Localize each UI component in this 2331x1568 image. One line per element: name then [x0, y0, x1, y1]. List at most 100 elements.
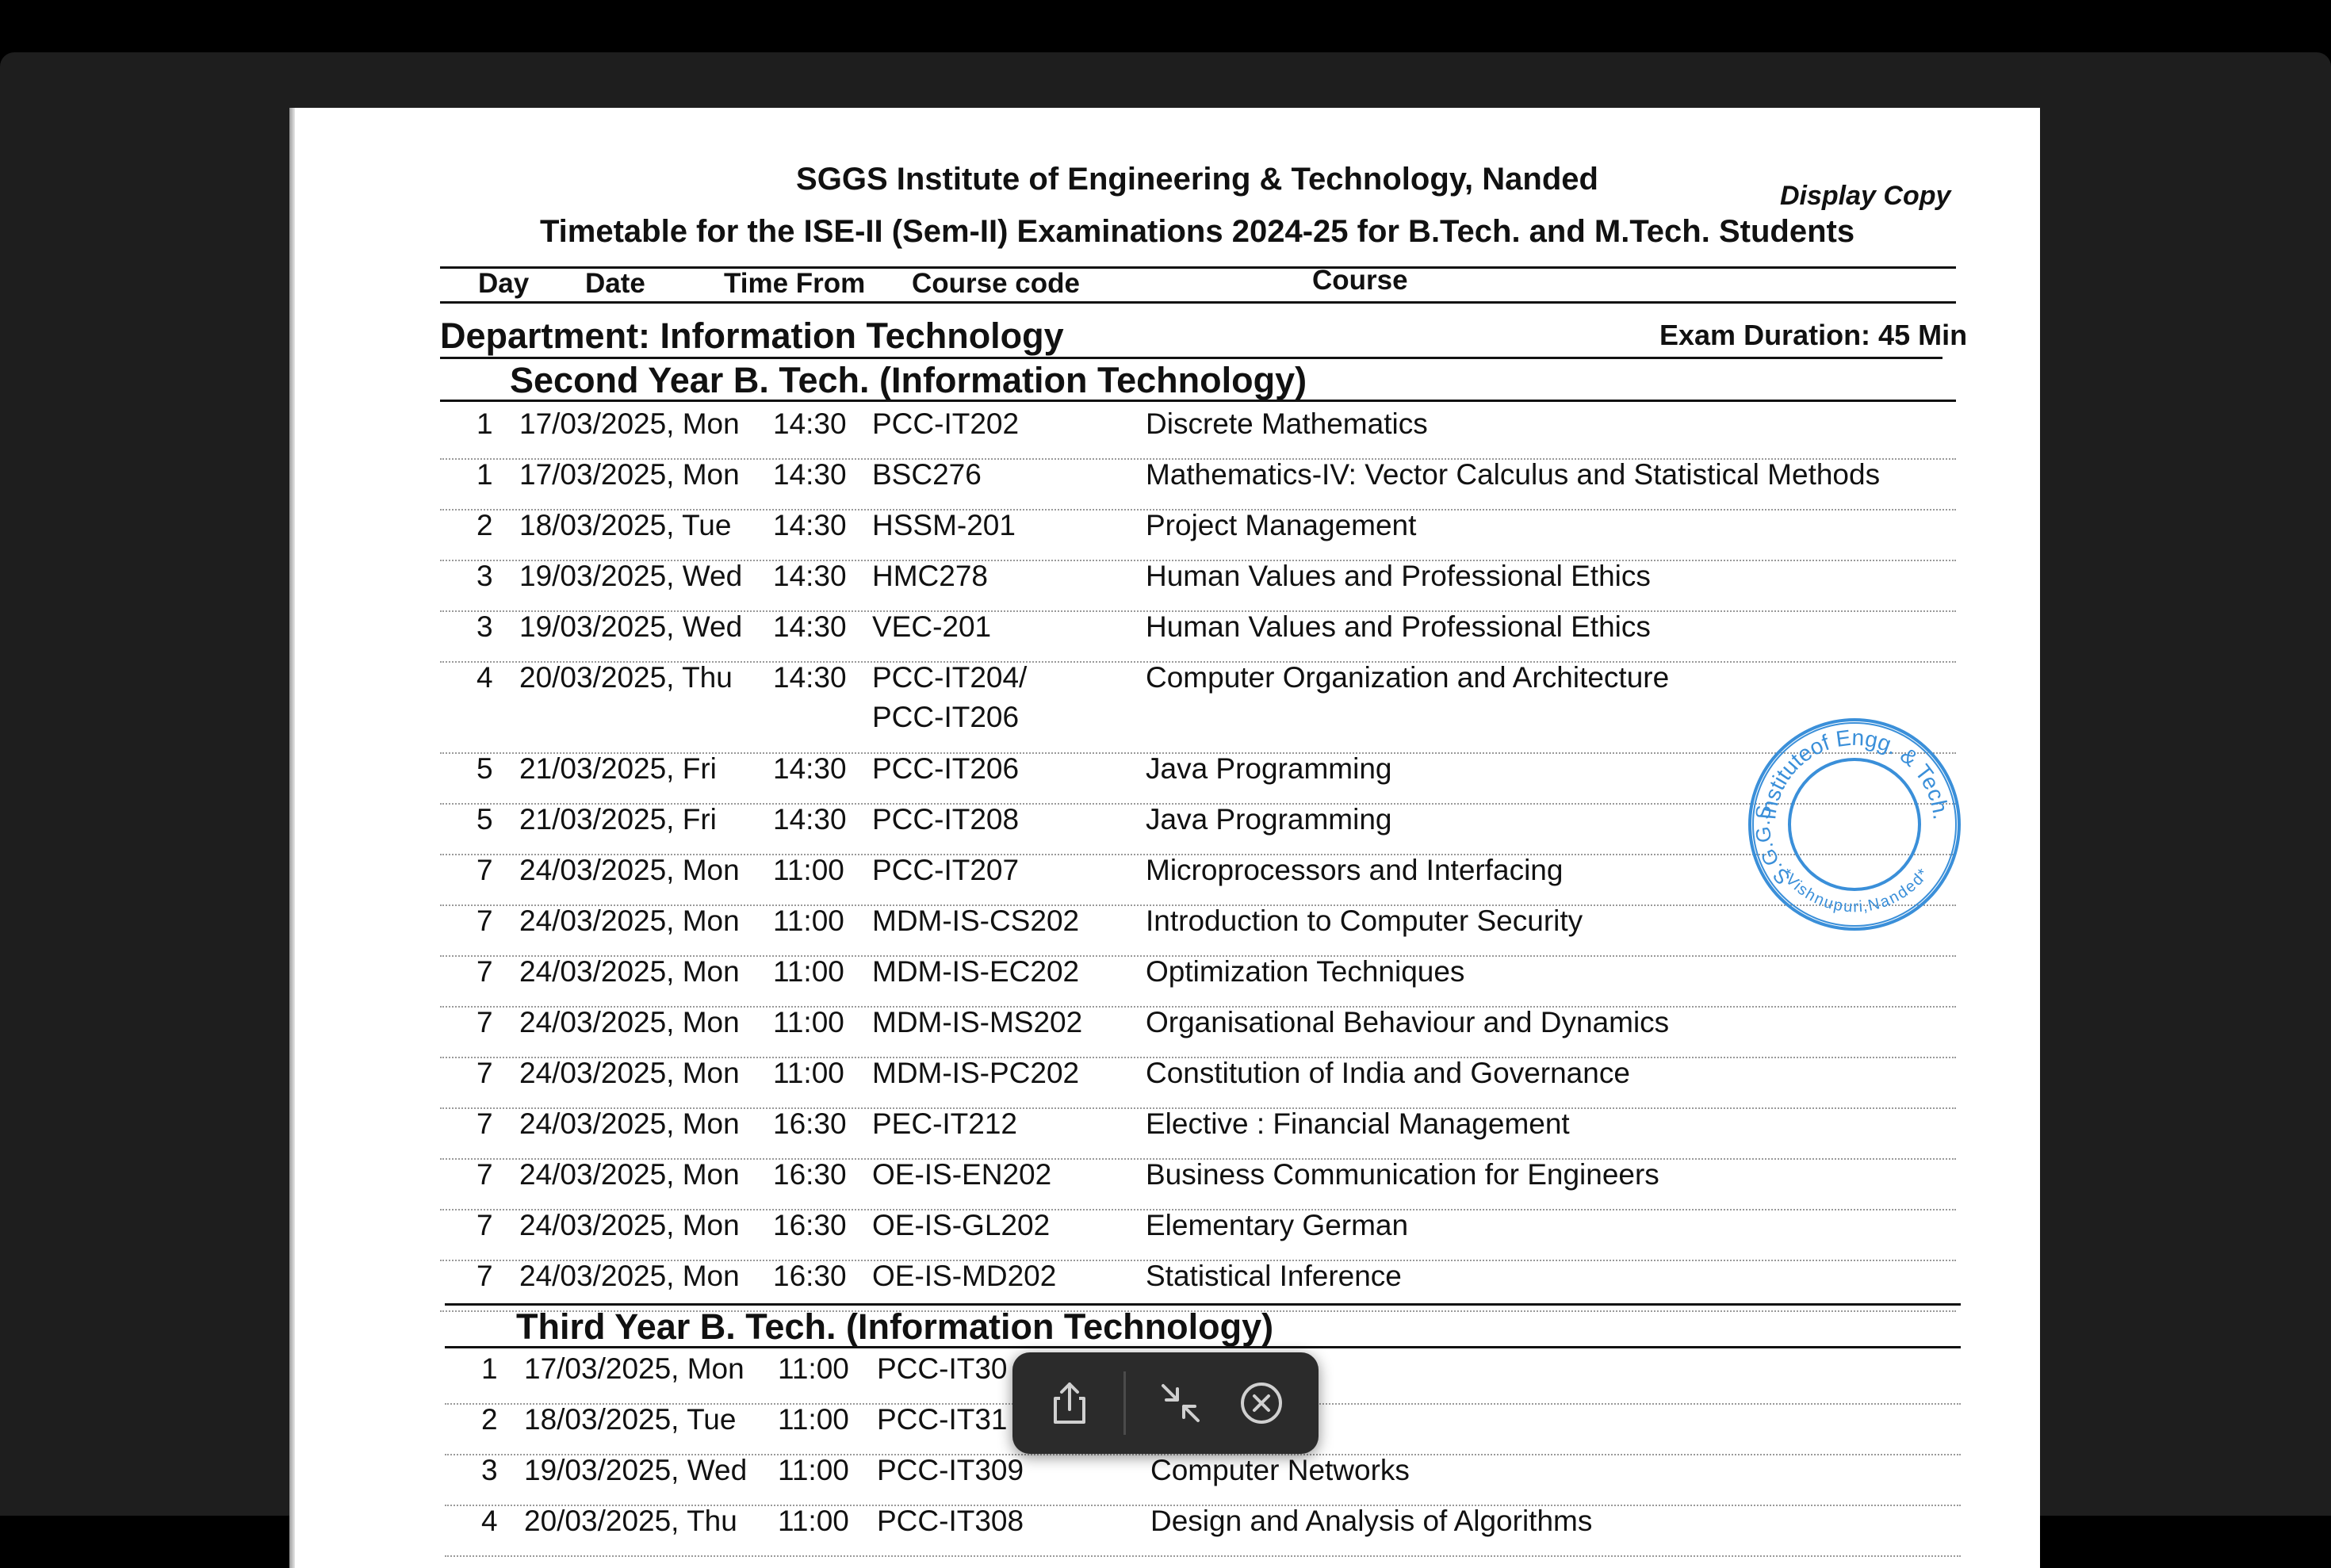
row-time: 16:30 — [773, 1107, 847, 1141]
row-date: 24/03/2025, Mon — [519, 854, 740, 887]
table-row: 7 24/03/2025, Mon 16:30 OE-IS-EN202 Business… — [440, 1158, 1956, 1211]
row-date: 24/03/2025, Mon — [519, 904, 740, 938]
row-course-code: OE-IS-GL202 — [872, 1209, 1051, 1242]
row-day: 3 — [477, 610, 493, 643]
table-row: 7 24/03/2025, Mon 11:00 MDM-IS-PC202 Constit… — [440, 1057, 1956, 1110]
row-time: 14:30 — [773, 407, 847, 440]
row-course-name: Statistical Inference — [1146, 1260, 1402, 1293]
row-date: 19/03/2025, Wed — [519, 560, 743, 592]
close-circle-icon — [1241, 1383, 1282, 1424]
institute-title: SGGS Institute of Engineering & Technolo… — [796, 162, 1598, 197]
toolbar-separator — [1123, 1371, 1126, 1435]
section-rule — [445, 1346, 1961, 1348]
row-course-name: Human Values and Professional Ethics — [1146, 610, 1651, 643]
column-header-day: Day — [478, 268, 530, 299]
section-title: Second Year B. Tech. (Information Techno… — [510, 360, 1307, 400]
row-course-code: PCC-IT206 — [872, 752, 1020, 786]
row-course-code: OE-IS-EN202 — [872, 1158, 1052, 1191]
row-date: 24/03/2025, Mon — [519, 1209, 740, 1242]
close-button[interactable] — [1234, 1376, 1288, 1430]
table-row: 2 18/03/2025, Tue 14:30 HSSM-201 Project Man… — [440, 509, 1956, 561]
row-course-code: HMC278 — [872, 560, 988, 592]
table-row: 7 24/03/2025, Mon 11:00 PCC-IT207 Microproce… — [440, 854, 1956, 907]
row-course-code: PEC-IT212 — [872, 1107, 1018, 1141]
row-date: 24/03/2025, Mon — [519, 1057, 740, 1090]
row-date: 24/03/2025, Mon — [519, 1006, 740, 1039]
table-row: 7 24/03/2025, Mon 11:00 MDM-IS-EC202 Optimiz… — [440, 955, 1956, 1008]
row-time: 11:00 — [778, 1454, 849, 1486]
column-header-course-code: Course code — [912, 268, 1080, 299]
document-viewer: SGGS Institute of Engineering & Technolo… — [0, 52, 2331, 1568]
exam-duration: Exam Duration: 45 Min — [1659, 319, 1968, 351]
row-date: 24/03/2025, Mon — [519, 1107, 740, 1141]
document-page[interactable]: SGGS Institute of Engineering & Technolo… — [289, 108, 2040, 1568]
row-day: 7 — [477, 1006, 493, 1039]
row-day: 7 — [477, 1260, 493, 1293]
row-time: 11:00 — [773, 854, 844, 887]
row-time: 16:30 — [773, 1260, 847, 1293]
row-course-name: Discrete Mathematics — [1146, 407, 1428, 440]
row-date: 17/03/2025, Mon — [519, 407, 740, 440]
row-course-name: Design and Analysis of Algorithms — [1150, 1505, 1593, 1537]
table-row: 1 17/03/2025, Mon 14:30 PCC-IT202 Discrete M… — [440, 407, 1956, 460]
row-day: 4 — [477, 661, 493, 694]
row-day: 1 — [481, 1352, 498, 1385]
table-row: 5 21/03/2025, Fri 14:30 PCC-IT208 Java Progr… — [440, 803, 1956, 856]
row-day: 7 — [477, 1209, 493, 1242]
row-course-code: OE-IS-MD202 — [872, 1260, 1057, 1293]
row-course-code: MDM-IS-PC202 — [872, 1057, 1080, 1090]
row-course-name: Constitution of India and Governance — [1146, 1057, 1630, 1090]
row-time: 14:30 — [773, 509, 847, 541]
row-course-name: Computer Networks — [1150, 1454, 1410, 1486]
row-date: 17/03/2025, Mon — [524, 1352, 744, 1385]
row-time: 14:30 — [773, 803, 847, 836]
row-day: 3 — [481, 1454, 498, 1486]
row-time: 11:00 — [778, 1403, 849, 1436]
row-day: 2 — [481, 1403, 498, 1436]
table-row: 7 24/03/2025, Mon 16:30 OE-IS-GL202 Elementa… — [440, 1209, 1956, 1262]
row-date: 19/03/2025, Wed — [524, 1454, 748, 1486]
row-time: 11:00 — [778, 1505, 849, 1537]
row-day: 5 — [477, 803, 493, 836]
collapse-arrows-icon — [1162, 1384, 1200, 1422]
row-course-code: VEC-201 — [872, 610, 992, 643]
row-course-code: MDM-IS-CS202 — [872, 904, 1080, 938]
row-date: 24/03/2025, Mon — [519, 955, 740, 989]
row-course-name: Project Management — [1146, 509, 1417, 541]
row-date: 21/03/2025, Fri — [519, 803, 717, 836]
row-course-code: PCC-IT30 — [877, 1352, 1008, 1385]
row-course-code: PCC-IT202 — [872, 407, 1020, 440]
row-time: 11:00 — [773, 1057, 844, 1090]
row-date: 21/03/2025, Fri — [519, 752, 717, 786]
row-day: 4 — [481, 1505, 498, 1537]
row-course-code: PCC-IT204/ — [872, 661, 1028, 694]
table-row: 7 24/03/2025, Mon 16:30 PEC-IT212 Elective :… — [440, 1107, 1956, 1161]
row-course-code: HSSM-201 — [872, 509, 1016, 541]
row-course-name: Optimization Techniques — [1146, 955, 1465, 989]
row-course-name: Java Programming — [1146, 803, 1392, 836]
row-day: 1 — [477, 407, 493, 440]
share-icon — [1054, 1383, 1085, 1424]
row-date: 20/03/2025, Thu — [524, 1505, 737, 1537]
row-time: 11:00 — [773, 904, 844, 938]
row-time: 11:00 — [773, 1006, 844, 1039]
timetable-subtitle: Timetable for the ISE-II (Sem-II) Examin… — [539, 214, 1855, 249]
row-course-code: MDM-IS-EC202 — [872, 955, 1080, 989]
row-day: 7 — [477, 1057, 493, 1090]
row-date: 18/03/2025, Tue — [524, 1403, 737, 1436]
section-rule — [440, 400, 1956, 402]
share-button[interactable] — [1043, 1376, 1097, 1430]
row-day: 7 — [477, 1107, 493, 1141]
exit-fullscreen-button[interactable] — [1154, 1376, 1208, 1430]
row-course-name: Java Programming — [1146, 752, 1392, 786]
table-row: 4 20/03/2025, Thu 11:00 PCC-IT308 Design and… — [445, 1505, 1961, 1557]
stamp-top-text: Instituteof Engg. & Tech. — [1755, 725, 1954, 821]
column-header-course: Course — [1312, 265, 1408, 296]
row-course-name: Organisational Behaviour and Dynamics — [1146, 1006, 1670, 1039]
row-day: 3 — [477, 560, 493, 592]
table-row: 5 21/03/2025, Fri 14:30 PCC-IT206 Java Progr… — [440, 752, 1956, 805]
row-course-name: Mathematics-IV: Vector Calculus and Stat… — [1146, 458, 1881, 491]
table-row: 7 24/03/2025, Mon 11:00 MDM-IS-CS202 Introdu… — [440, 904, 1956, 958]
row-time: 14:30 — [773, 661, 847, 694]
row-course-code: PCC-IT309 — [877, 1454, 1024, 1486]
